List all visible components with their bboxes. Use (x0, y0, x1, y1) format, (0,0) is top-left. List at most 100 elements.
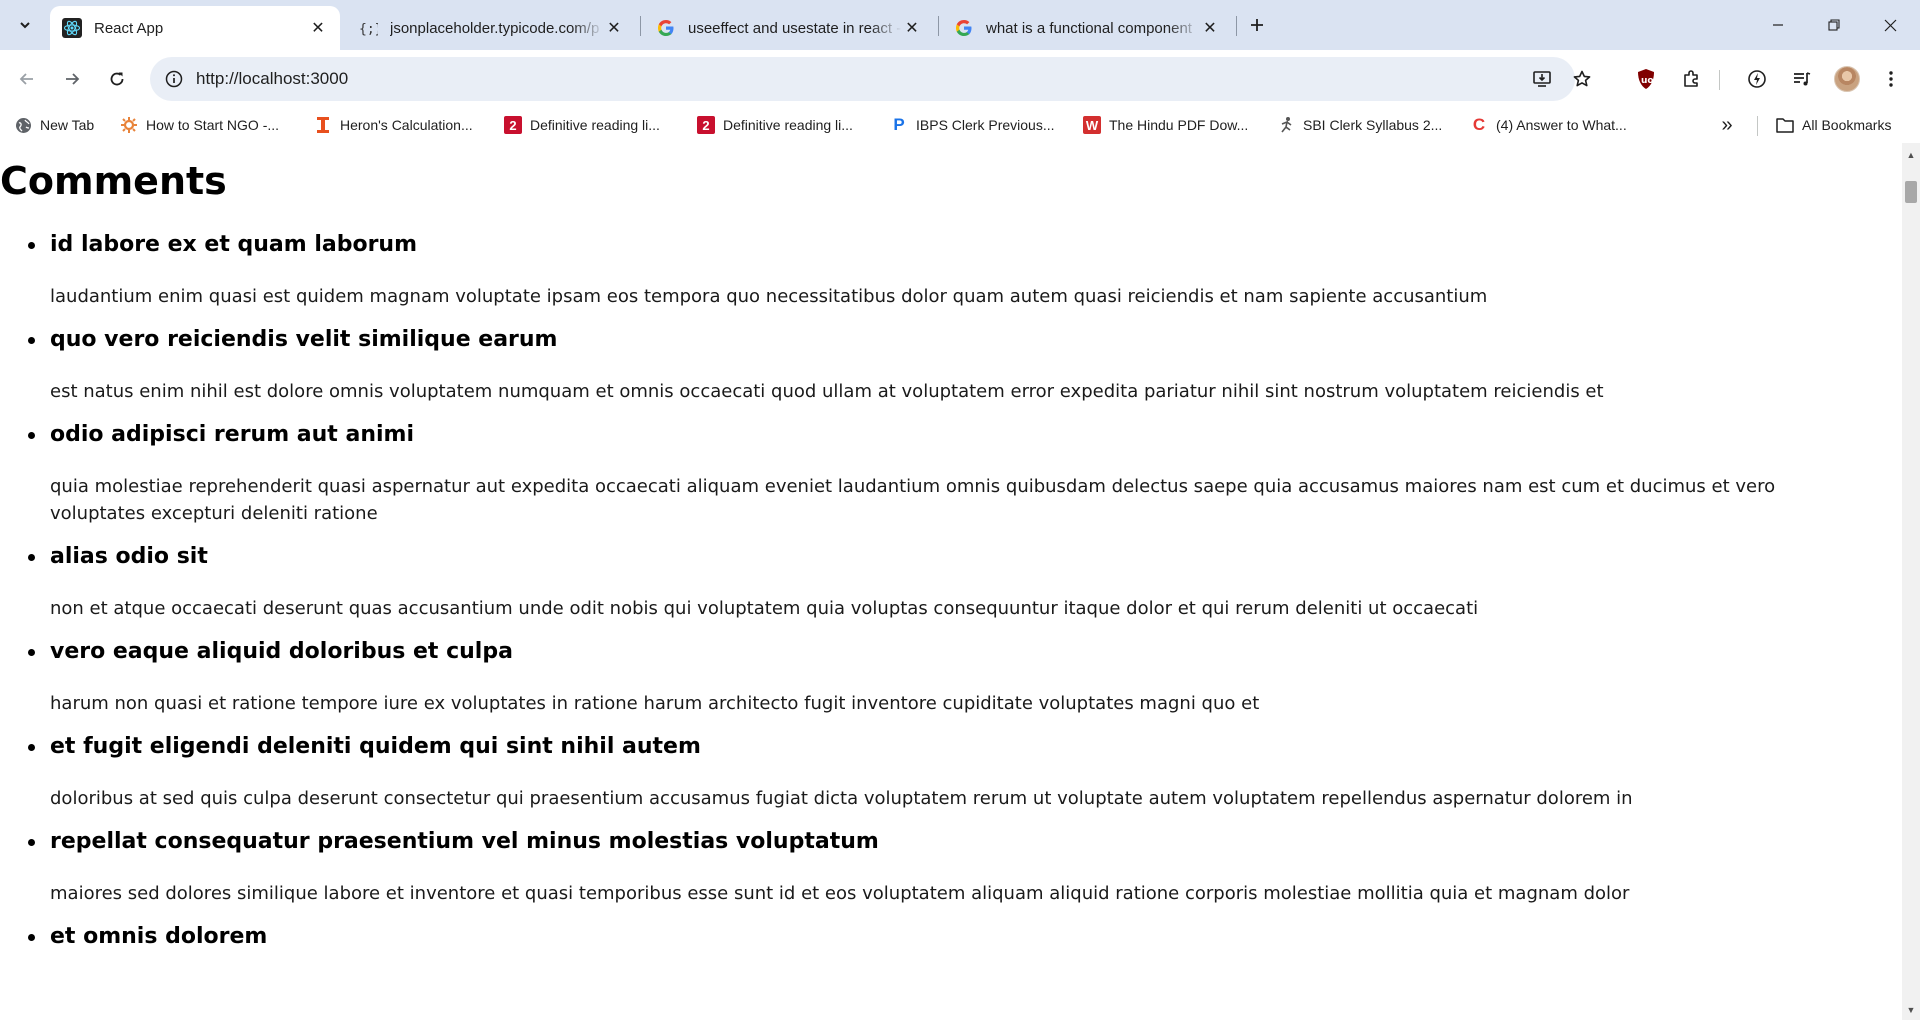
bookmark-hindu[interactable]: W The Hindu PDF Dow... (1083, 114, 1248, 136)
minimize-button[interactable] (1750, 0, 1806, 50)
list-item: id labore ex et quam laborum laudantium … (0, 231, 1890, 310)
bullet-icon (28, 649, 35, 656)
tab-title: useeffect and usestate in react - (688, 19, 902, 37)
svg-text:uo: uo (1641, 76, 1654, 86)
restore-icon (1828, 19, 1840, 31)
toolbar-divider (1719, 70, 1720, 90)
back-button[interactable] (10, 62, 44, 96)
bookmark-label: SBI Clerk Syllabus 2... (1303, 117, 1443, 133)
bookmark-sbi[interactable]: SBI Clerk Syllabus 2... (1277, 114, 1442, 136)
tab-title: React App (94, 19, 164, 37)
gear-flower-icon (120, 116, 138, 134)
close-icon[interactable]: ✕ (1200, 18, 1220, 38)
page-title: Comments (0, 159, 227, 203)
bookmark-new-tab[interactable]: New Tab (14, 114, 94, 136)
media-controls-button[interactable] (1785, 62, 1819, 96)
close-icon[interactable]: ✕ (308, 18, 328, 38)
bookmark-label: Heron's Calculation... (340, 117, 473, 133)
chrome-menu-button[interactable] (1874, 62, 1908, 96)
address-bar-url: http://localhost:3000 (196, 69, 349, 88)
tab-react-app[interactable]: React App ✕ (50, 6, 340, 50)
bullet-icon (28, 432, 35, 439)
close-window-button[interactable] (1862, 0, 1918, 50)
globe-icon (14, 116, 32, 134)
bookmark-label: (4) Answer to What... (1496, 117, 1627, 133)
bullet-icon (28, 839, 35, 846)
chevron-down-icon (20, 22, 30, 29)
tab-search-button[interactable] (10, 10, 40, 40)
close-icon[interactable]: ✕ (604, 18, 624, 38)
comment-body: harum non quasi et ratione tempore iure … (50, 693, 1260, 714)
extensions-button[interactable] (1674, 62, 1708, 96)
list-item: odio adipisci rerum aut animi quia moles… (0, 421, 1890, 527)
bookmarks-divider (1757, 116, 1758, 136)
chevron-double-right-icon[interactable]: » (1715, 114, 1739, 136)
tab-jsonplaceholder[interactable]: {;} jsonplaceholder.typicode.com/p ✕ (346, 6, 636, 50)
bullet-icon (28, 744, 35, 751)
tab-separator (938, 16, 939, 36)
comment-name: quo vero reiciendis velit similique earu… (50, 327, 558, 352)
all-bookmarks-button[interactable]: All Bookmarks (1776, 114, 1891, 136)
new-tab-button[interactable] (1242, 10, 1272, 40)
performance-button[interactable] (1740, 62, 1774, 96)
bookmark-herons[interactable]: Heron's Calculation... (314, 114, 473, 136)
all-bookmarks-label: All Bookmarks (1802, 117, 1892, 133)
forward-button[interactable] (55, 62, 89, 96)
bookmark-answer[interactable]: C (4) Answer to What... (1470, 114, 1627, 136)
bookmark-label: New Tab (40, 117, 95, 133)
ublock-shield-icon: uo (1638, 69, 1654, 89)
orange-i-icon (314, 116, 332, 134)
bookmark-definitive-reading-1[interactable]: 2 Definitive reading li... (504, 114, 660, 136)
install-app-icon[interactable] (1528, 65, 1556, 93)
bullet-icon (28, 337, 35, 344)
restore-button[interactable] (1806, 0, 1862, 50)
plus-icon (1251, 19, 1263, 31)
close-icon[interactable]: ✕ (902, 18, 922, 38)
bookmark-label: IBPS Clerk Previous... (916, 117, 1055, 133)
bullet-icon (28, 934, 35, 941)
list-item: vero eaque aliquid doloribus et culpa ha… (0, 638, 1890, 717)
list-item: et fugit eligendi deleniti quidem qui si… (0, 733, 1890, 812)
bookmark-label: Definitive reading li... (723, 117, 853, 133)
folder-icon (1776, 116, 1794, 134)
ublock-extension-button[interactable]: uo (1629, 62, 1663, 96)
reload-button[interactable] (100, 62, 134, 96)
tab-separator (640, 16, 641, 36)
comment-body: est natus enim nihil est dolore omnis vo… (50, 381, 1604, 402)
star-bookmark-icon[interactable] (1568, 65, 1596, 93)
comment-name: et omnis dolorem (50, 924, 268, 949)
comment-name: et fugit eligendi deleniti quidem qui si… (50, 734, 701, 759)
bullet-icon (28, 554, 35, 561)
scrollbar-thumb[interactable] (1905, 181, 1917, 203)
jsonplaceholder-icon: {;} (358, 18, 378, 38)
page-scrollbar[interactable]: ▲ ▼ (1902, 143, 1920, 1020)
close-icon (1884, 19, 1896, 31)
puzzle-icon (1684, 70, 1698, 87)
avatar[interactable] (1834, 66, 1860, 92)
bookmark-ngo[interactable]: How to Start NGO -... (120, 114, 279, 136)
comment-body: laudantium enim quasi est quidem magnam … (50, 286, 1488, 307)
bookmark-ibps[interactable]: P IBPS Clerk Previous... (890, 114, 1055, 136)
site-info-icon[interactable] (160, 65, 188, 93)
bullet-icon (28, 242, 35, 249)
runner-icon (1277, 116, 1295, 134)
red-2-icon: 2 (504, 116, 522, 134)
scroll-down-arrow-icon[interactable]: ▼ (1902, 1002, 1920, 1018)
svg-text:{;}: {;} (359, 22, 378, 37)
tab-google-useeffect[interactable]: useeffect and usestate in react - ✕ (644, 6, 934, 50)
bookmark-definitive-reading-2[interactable]: 2 Definitive reading li... (697, 114, 853, 136)
list-item: quo vero reiciendis velit similique earu… (0, 326, 1890, 405)
comment-name: repellat consequatur praesentium vel min… (50, 829, 879, 854)
address-bar[interactable]: http://localhost:3000 (150, 57, 1591, 101)
scroll-up-arrow-icon[interactable]: ▲ (1902, 147, 1920, 163)
tab-google-functional-component[interactable]: what is a functional component ✕ (942, 6, 1232, 50)
bookmark-label: How to Start NGO -... (146, 117, 280, 133)
comment-name: alias odio sit (50, 544, 208, 569)
bookmark-label: The Hindu PDF Dow... (1109, 117, 1249, 133)
red-2-icon: 2 (697, 116, 715, 134)
more-vert-icon (1889, 71, 1893, 87)
google-icon (954, 18, 974, 38)
list-item: repellat consequatur praesentium vel min… (0, 828, 1890, 907)
comment-name: odio adipisci rerum aut animi (50, 422, 414, 447)
reload-icon (110, 72, 124, 86)
